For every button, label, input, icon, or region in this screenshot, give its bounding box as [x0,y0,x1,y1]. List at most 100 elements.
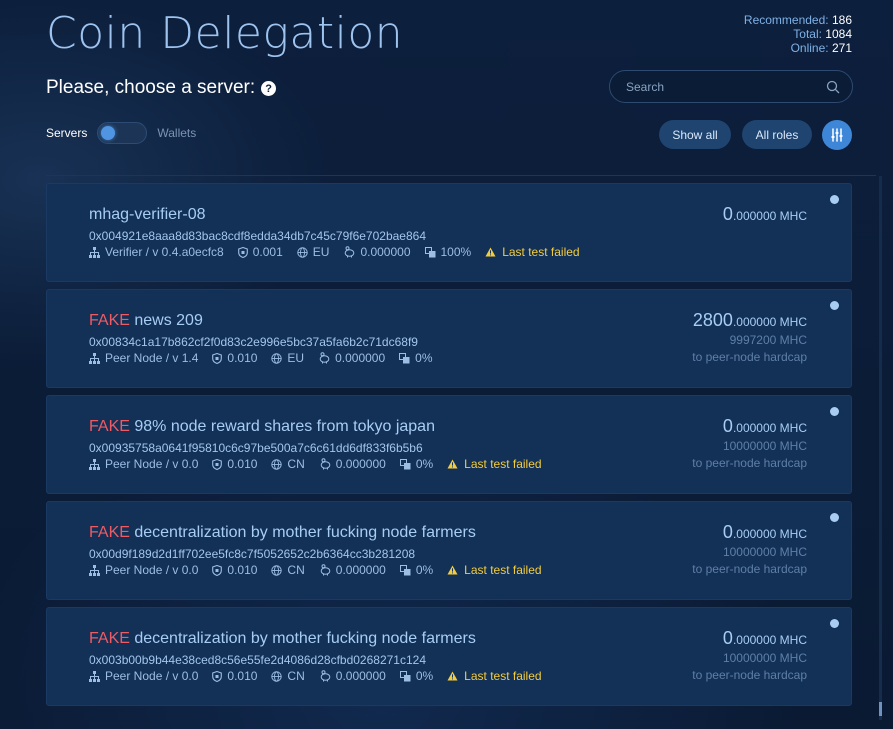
total-count: 1084 [825,27,852,41]
search-input[interactable] [626,79,826,94]
scrollbar-thumb[interactable] [879,702,882,716]
server-address: 0x00d9f189d2d1ff702ee5fc8c7f5052652c2b63… [89,547,416,561]
role-text: Peer Node / v 0.0 [105,563,199,577]
piggy-bank-icon [320,670,331,682]
network-icon [89,670,100,682]
reward-text: 0.000000 [335,669,386,683]
globe-icon [271,352,283,364]
server-card[interactable]: FAKE decentralization by mother fucking … [46,607,852,706]
hardcap-note: to peer-node hardcap [692,456,807,470]
warning-text: Last test failed [464,669,542,683]
server-card[interactable]: FAKE decentralization by mother fucking … [46,501,852,600]
meta-reward: 0.000000 [343,245,411,259]
hardcap-remaining: 9997200 MHC [729,333,807,347]
fee-text: 0.010 [227,669,258,683]
globe-icon [271,670,283,682]
search-icon[interactable] [826,80,840,94]
online-label: Online: [790,41,829,55]
fee-text: 0.010 [227,563,258,577]
warning-icon [447,459,458,469]
amount-value: 0.000000 MHC [692,628,807,649]
server-card[interactable]: FAKE news 209 0x00834c1a17b862cf2f0d83c2… [46,289,852,388]
delegated-amount: 2800.000000 MHC 9997200 MHC to peer-node… [692,310,807,365]
server-address: 0x003b00b9b44e38ced8c56e55fe2d4086d28cfb… [89,653,426,667]
copy-stack-icon [399,564,411,575]
status-dot-icon [830,195,839,204]
network-icon [89,246,100,258]
all-roles-button[interactable]: All roles [742,120,812,149]
amount-decimals: .000000 [732,527,777,541]
server-meta: Peer Node / v 0.0 0.010 CN 0.000000 0% L… [89,669,542,683]
warning-badge: Last test failed [485,245,580,259]
choose-server-heading: Please, choose a server: ? [46,77,277,99]
server-address: 0x004921e8aaa8d83bac8cdf8edda34db7c45c79… [89,229,426,243]
server-name: mhag-verifier-08 [89,206,205,224]
copy-stack-icon [399,670,411,681]
amount-unit: MHC [779,421,807,435]
meta-role: Peer Node / v 1.4 [89,351,198,365]
server-name: FAKE decentralization by mother fucking … [89,630,476,648]
meta-fee: 0.010 [212,351,257,365]
servers-wallets-toggle[interactable] [97,122,148,144]
show-all-button[interactable]: Show all [659,120,731,149]
amount-integer: 0 [722,522,733,542]
status-dot-icon [830,301,839,310]
server-card[interactable]: FAKE 98% node reward shares from tokyo j… [46,395,852,494]
server-address: 0x00834c1a17b862cf2f0d83c2e996e5bc37a5fa… [89,335,418,349]
amount-decimals: .000000 [732,421,777,435]
hardcap-remaining: 10000000 MHC [722,545,807,559]
piggy-bank-icon [319,352,330,364]
hardcap-remaining: 10000000 MHC [722,651,807,665]
header-divider [46,175,876,176]
piggy-bank-icon [345,246,355,258]
meta-reward: 0.000000 [319,457,386,471]
help-icon[interactable]: ? [261,81,277,96]
server-meta: Peer Node / v 0.0 0.010 CN 0.000000 0% L… [89,563,542,577]
hardcap-remaining: 10000000 MHC [722,439,807,453]
region-text: EU [312,245,330,259]
delegated-amount: 0.000000 MHC 10000000 MHC to peer-node h… [692,522,807,577]
network-icon [89,564,100,576]
amount-unit: MHC [779,315,807,329]
shield-icon [212,564,223,576]
meta-fee: 0.001 [237,245,283,259]
toggle-label-servers[interactable]: Servers [46,126,87,140]
server-card[interactable]: mhag-verifier-08 0x004921e8aaa8d83bac8cd… [46,183,852,282]
server-address: 0x00935758a0641f95810c6c97be500a7c6c61dd… [89,441,423,455]
role-text: Peer Node / v 0.0 [105,457,199,471]
shield-icon [237,246,248,258]
server-meta: Peer Node / v 0.0 0.010 CN 0.000000 0% L… [89,457,542,471]
copy-stack-icon [424,246,435,257]
server-name-text: mhag-verifier-08 [89,206,206,223]
role-text: Verifier / v 0.4.a0ecfc8 [105,245,224,259]
total-label: Total: [793,27,822,41]
delegated-amount: 0.000000 MHC 10000000 MHC to peer-node h… [692,628,807,683]
amount-value: 0.000000 MHC [692,522,807,543]
hardcap-note: to peer-node hardcap [692,350,807,364]
warning-icon [485,247,496,257]
amount-value: 0.000000 MHC [692,416,807,437]
warning-icon [447,671,458,681]
server-name-text: news 209 [129,312,203,329]
scrollbar-track[interactable] [879,176,882,720]
toggle-label-wallets[interactable]: Wallets [157,126,196,140]
amount-decimals: .000000 [732,315,777,329]
status-dot-icon [830,619,839,628]
region-text: EU [287,351,305,365]
server-name-text: decentralization by mother fucking node … [129,630,476,647]
globe-icon [271,458,283,470]
subtitle-text: Please, choose a server: [46,77,256,98]
meta-fee: 0.010 [212,457,257,471]
filter-button[interactable] [822,120,852,150]
meta-load: 100% [424,245,472,259]
region-text: CN [287,563,305,577]
delegated-amount: 0.000000 MHC 10000000 MHC to peer-node h… [692,416,807,471]
amount-integer: 0 [722,204,733,224]
search-box[interactable] [609,70,853,103]
server-meta: Peer Node / v 1.4 0.010 EU 0.000000 0% [89,351,447,365]
load-text: 100% [440,245,472,259]
copy-stack-icon [399,458,411,469]
server-name: FAKE 98% node reward shares from tokyo j… [89,418,435,436]
shield-icon [212,670,223,682]
amount-value: 0.000000 MHC [723,204,807,225]
